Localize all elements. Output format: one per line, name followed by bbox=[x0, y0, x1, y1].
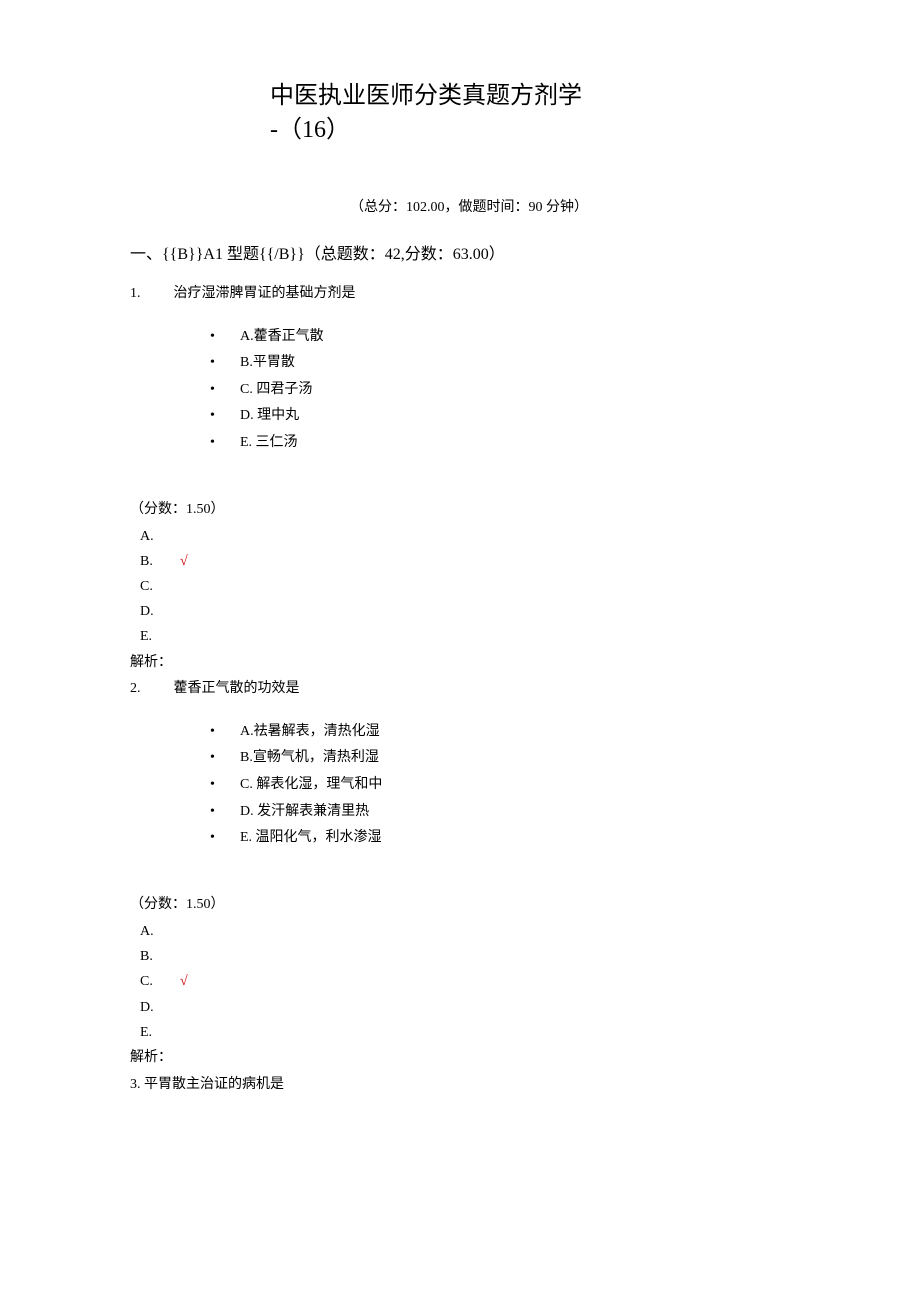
doc-meta: （总分：102.00，做题时间：90 分钟） bbox=[350, 197, 650, 219]
q1-answer-e: E. bbox=[140, 624, 790, 649]
q1-options: A.藿香正气散 B.平胃散 C. 四君子汤 D. 理中丸 E. 三仁汤 bbox=[210, 324, 790, 457]
q1-answer-c: C. bbox=[140, 574, 790, 599]
q2-explain: 解析： bbox=[130, 1045, 790, 1070]
q3-stem: 3. 平胃散主治证的病机是 bbox=[130, 1072, 790, 1097]
q1-answer-d: D. bbox=[140, 599, 790, 624]
doc-title-line2: -（16） bbox=[270, 114, 790, 148]
q2-options: A.祛暑解表，清热化湿 B.宣畅气机，清热利湿 C. 解表化湿，理气和中 D. … bbox=[210, 719, 790, 852]
q2-number: 2. bbox=[130, 681, 170, 697]
q1-option-e: E. 三仁汤 bbox=[210, 430, 790, 457]
q2-answer-b: B. bbox=[140, 944, 790, 969]
q2-answer-d: D. bbox=[140, 995, 790, 1020]
q1-option-a: A.藿香正气散 bbox=[210, 324, 790, 351]
doc-title-line1: 中医执业医师分类真题方剂学 bbox=[270, 80, 690, 114]
q1-text: 治疗湿滞脾胃证的基础方剂是 bbox=[174, 286, 356, 301]
q2-text: 藿香正气散的功效是 bbox=[174, 681, 300, 696]
q2-answer-c: C.√ bbox=[140, 969, 790, 994]
check-icon: √ bbox=[180, 974, 188, 989]
q1-option-d: D. 理中丸 bbox=[210, 403, 790, 430]
q1-answer-a: A. bbox=[140, 524, 790, 549]
q1-stem: 1. 治疗湿滞脾胃证的基础方剂是 bbox=[130, 282, 790, 302]
q2-option-b: B.宣畅气机，清热利湿 bbox=[210, 745, 790, 772]
q1-option-c: C. 四君子汤 bbox=[210, 377, 790, 404]
section-header: 一、{{B}}A1 型题{{/B}}（总题数：42,分数：63.00） bbox=[130, 240, 790, 264]
q2-option-c: C. 解表化湿，理气和中 bbox=[210, 772, 790, 799]
q2-option-d: D. 发汗解表兼清里热 bbox=[210, 799, 790, 826]
q1-option-b: B.平胃散 bbox=[210, 350, 790, 377]
q2-answer-a: A. bbox=[140, 919, 790, 944]
q2-answer-e: E. bbox=[140, 1020, 790, 1045]
q1-answer-b: B.√ bbox=[140, 549, 790, 574]
q1-number: 1. bbox=[130, 286, 170, 302]
q1-explain: 解析： bbox=[130, 650, 790, 675]
q2-score: （分数：1.50） bbox=[130, 892, 790, 917]
q2-option-e: E. 温阳化气，利水渗湿 bbox=[210, 825, 790, 852]
q2-option-a: A.祛暑解表，清热化湿 bbox=[210, 719, 790, 746]
check-icon: √ bbox=[180, 554, 188, 569]
q1-score: （分数：1.50） bbox=[130, 497, 790, 522]
q2-stem: 2. 藿香正气散的功效是 bbox=[130, 677, 790, 697]
